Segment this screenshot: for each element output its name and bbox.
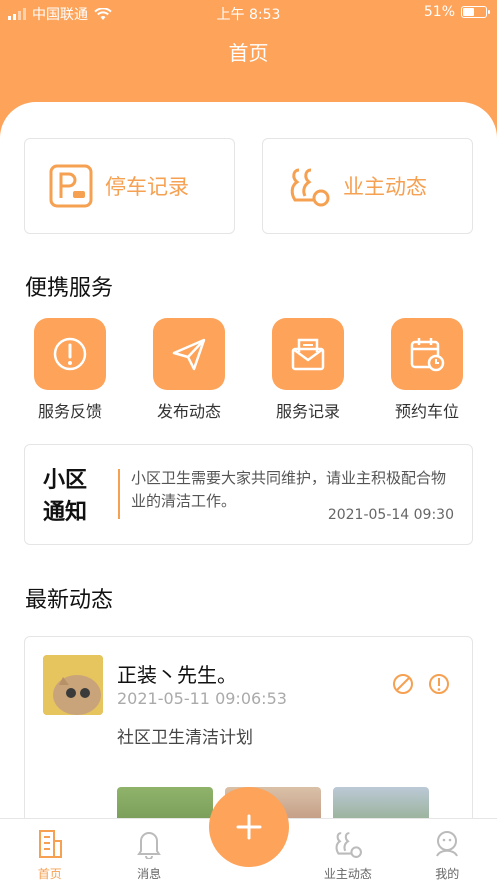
notice-tag: 小区 通知 — [43, 465, 99, 529]
paper-plane-icon — [172, 338, 206, 371]
service-record-label: 服务记录 — [275, 402, 340, 421]
battery-icon — [461, 6, 490, 18]
service-feedback-label: 服务反馈 — [37, 402, 102, 421]
reserve-parking-button[interactable]: 预约车位 — [389, 318, 465, 422]
tab-mine[interactable]: 我的 — [398, 819, 497, 883]
mail-envelope-icon — [291, 338, 325, 371]
post-time: 2021-05-11 09:06:53 — [117, 689, 287, 708]
publish-post-button[interactable]: 发布动态 — [151, 318, 227, 422]
parking-icon — [49, 164, 93, 208]
community-notice[interactable]: 小区 通知 小区卫生需要大家共同维护，请业主积极配合物业的清洁工作。 2021-… — [24, 444, 473, 545]
bell-icon — [137, 832, 161, 859]
add-button[interactable] — [209, 787, 289, 867]
notice-tag-line1: 小区 — [43, 468, 88, 493]
exclamation-circle-icon — [53, 337, 87, 371]
tab-owner-news[interactable]: 业主动态 — [298, 819, 397, 883]
notice-tag-line2: 通知 — [43, 500, 88, 525]
plus-icon — [236, 814, 262, 840]
building-icon — [38, 830, 62, 858]
status-bar: 中国联通 上午 8:53 51% — [0, 0, 497, 26]
avatar[interactable] — [43, 655, 103, 715]
service-record-button[interactable]: 服务记录 — [270, 318, 346, 422]
tab-mine-label: 我的 — [435, 867, 460, 881]
parking-record-label: 停车记录 — [105, 175, 189, 199]
notice-divider — [118, 469, 120, 519]
latest-title: 最新动态 — [25, 588, 114, 613]
tab-home-label: 首页 — [37, 867, 62, 881]
owner-news-icon — [335, 832, 362, 858]
owner-news-card[interactable]: 业主动态 — [262, 138, 473, 234]
tab-home[interactable]: 首页 — [0, 819, 99, 883]
report-icon[interactable] — [428, 673, 450, 695]
reserve-parking-label: 预约车位 — [394, 402, 459, 421]
post-author: 正装丶先生。 — [117, 663, 237, 687]
battery-level: 51% — [423, 4, 455, 20]
owner-news-icon — [290, 168, 330, 207]
calendar-clock-icon — [410, 338, 445, 372]
tab-owner-news-label: 业主动态 — [323, 867, 372, 881]
services-title: 便携服务 — [25, 276, 114, 301]
page-title: 首页 — [228, 41, 269, 65]
block-icon[interactable] — [392, 673, 414, 695]
service-feedback-button[interactable]: 服务反馈 — [32, 318, 108, 422]
tab-messages[interactable]: 消息 — [99, 819, 198, 883]
user-icon — [436, 831, 459, 857]
owner-news-label: 业主动态 — [343, 175, 427, 199]
main-content: 停车记录 业主动态 便携服务 服务反馈 发布动态 服务记录 预约车位 小区 通知… — [0, 102, 497, 883]
notice-time: 2021-05-14 09:30 — [327, 507, 454, 523]
publish-post-label: 发布动态 — [156, 402, 221, 421]
parking-record-card[interactable]: 停车记录 — [24, 138, 235, 234]
status-time: 上午 8:53 — [216, 7, 281, 23]
tab-messages-label: 消息 — [137, 867, 162, 881]
post-body: 社区卫生清洁计划 — [117, 728, 253, 748]
